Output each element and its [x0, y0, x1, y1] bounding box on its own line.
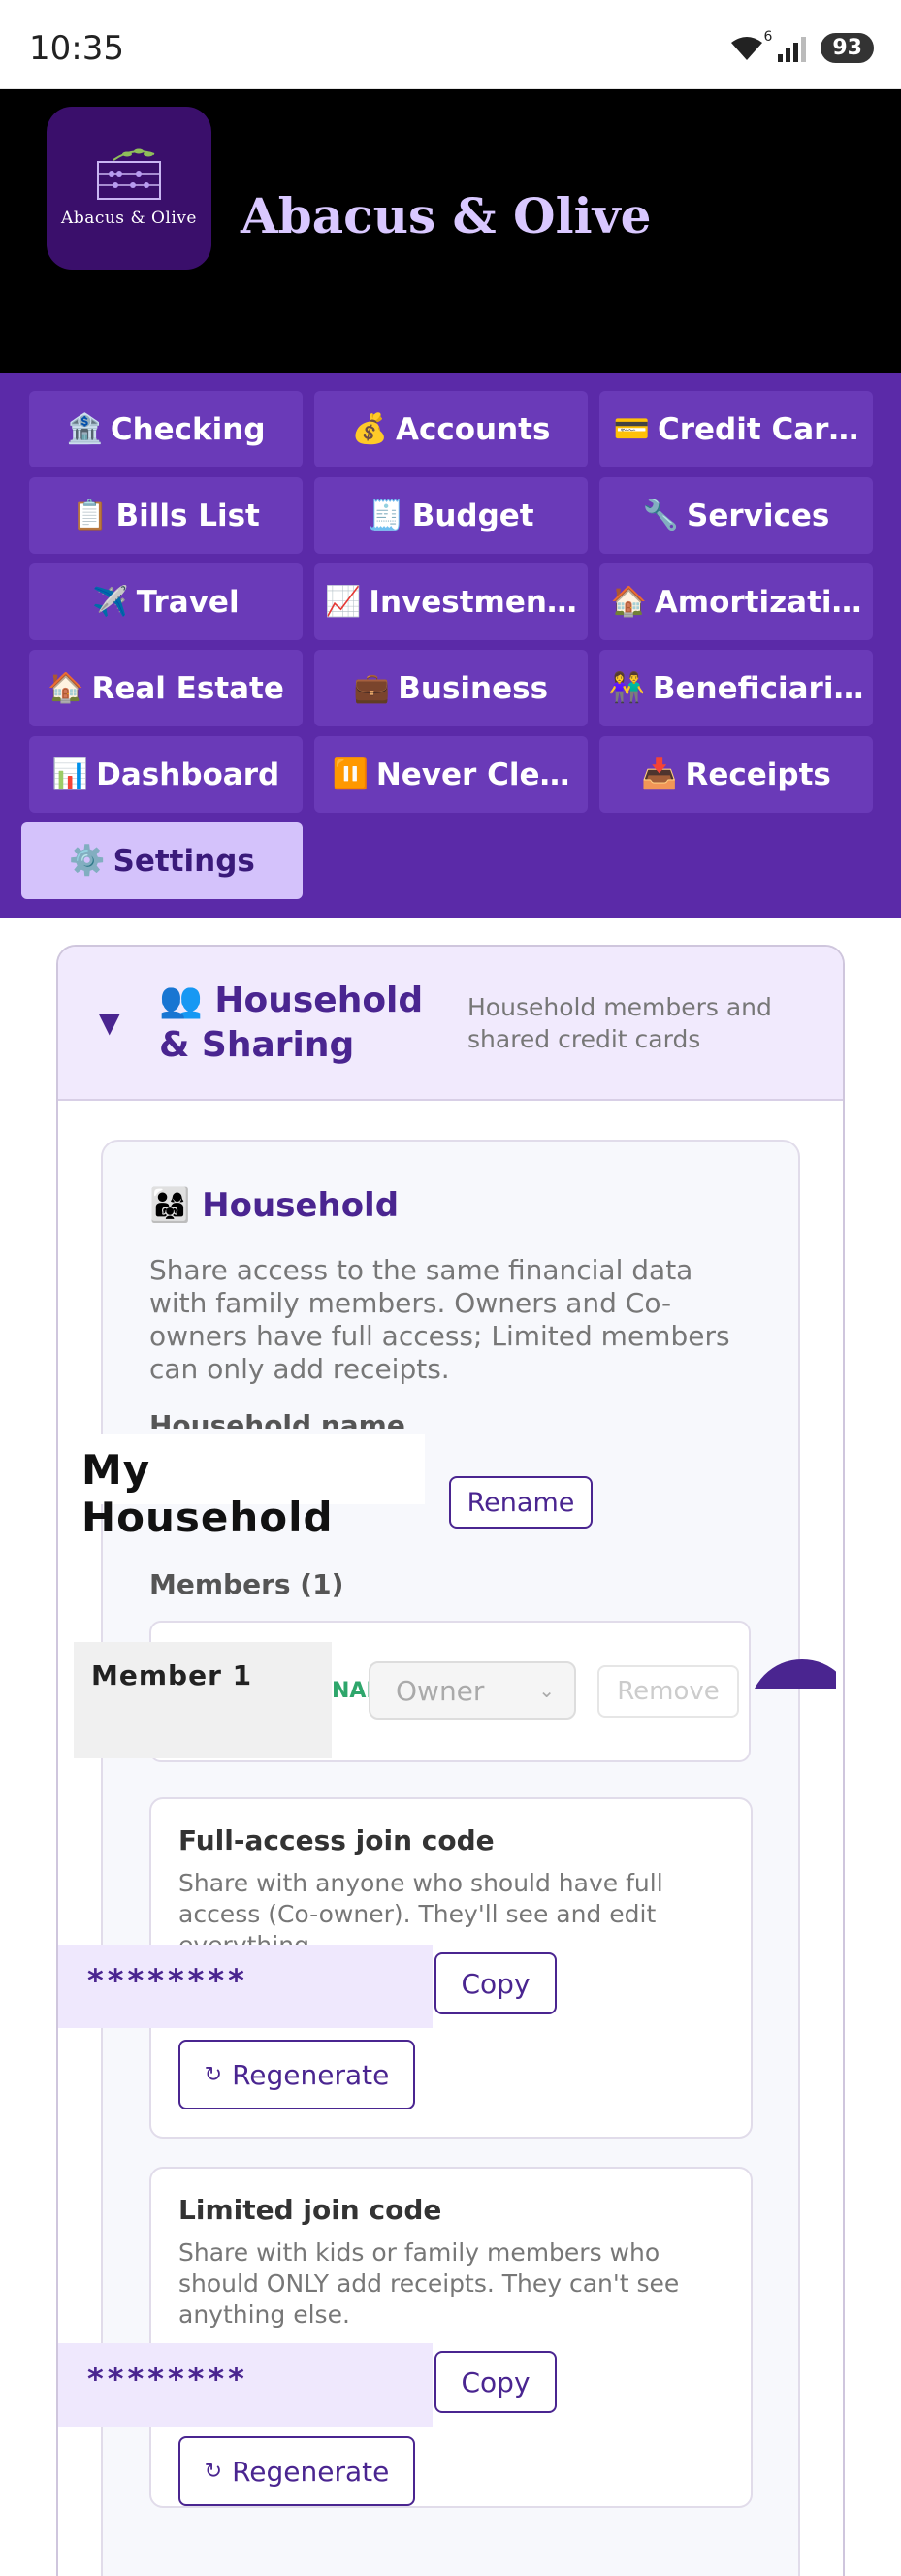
regenerate-full-code-button[interactable]: ↻ Regenerate: [178, 2040, 415, 2109]
limited-code-box: Limited join code Share with kids or fam…: [58, 2167, 753, 2508]
wifi-icon: 6: [729, 29, 772, 62]
copy-limited-code-button[interactable]: Copy: [434, 2351, 557, 2413]
nav-label: Investmen…: [369, 584, 577, 620]
collapse-caret-icon[interactable]: ▼: [99, 1007, 159, 1039]
floating-action-button[interactable]: [749, 1659, 836, 1689]
limited-code-title: Limited join code: [178, 2194, 442, 2226]
receipt-icon: 🧾: [368, 499, 404, 532]
nav-label: Real Estate: [91, 670, 284, 706]
household-name-label: Household name: [149, 1409, 405, 1429]
couple-icon: 👫: [608, 671, 645, 705]
briefcase-icon: 💼: [353, 671, 391, 705]
credit-card-icon: 💳: [613, 412, 650, 446]
nav-credit-cards[interactable]: 💳 Credit Car…: [599, 391, 873, 467]
status-icons: 6 93: [729, 29, 874, 63]
nav-dashboard[interactable]: 📊 Dashboard: [29, 736, 303, 813]
inbox-tray-icon: 📥: [641, 757, 678, 791]
wifi-badge: 6: [763, 28, 773, 45]
nav-bills-list[interactable]: 📋 Bills List: [29, 477, 303, 554]
nav-label: Beneficiari…: [652, 670, 864, 706]
full-code-value: ********: [58, 1945, 433, 2028]
bar-chart-icon: 📊: [51, 757, 89, 791]
nav-label: Never Cle…: [375, 757, 570, 792]
household-sharing-section: ▼ 👥 Household & Sharing Household member…: [56, 945, 845, 2576]
app-title: Abacus & Olive: [241, 187, 652, 244]
nav-label: Business: [398, 670, 549, 706]
limited-code-value: ********: [58, 2343, 433, 2427]
limited-code-description: Share with kids or family members who sh…: [178, 2238, 680, 2329]
nav-receipts[interactable]: 📥 Receipts: [599, 736, 873, 813]
nav-business[interactable]: 💼 Business: [314, 650, 588, 726]
nav-real-estate[interactable]: 🏠 Real Estate: [29, 650, 303, 726]
main-nav: 🏦 Checking 💰 Accounts 💳 Credit Car… 📋 Bills …: [0, 373, 901, 918]
full-code-title: Full-access join code: [178, 1824, 495, 1856]
nav-label: Credit Car…: [657, 411, 859, 447]
nav-label: Checking: [110, 411, 266, 447]
wrench-icon: 🔧: [642, 499, 680, 532]
clipboard-icon: 📋: [72, 499, 109, 532]
nav-amortization[interactable]: 🏠 Amortizati…: [599, 564, 873, 640]
refresh-icon: ↻: [204, 2062, 223, 2087]
nav-never-cleared[interactable]: ⏸️ Never Cle…: [314, 736, 588, 813]
members-label: Members (1): [149, 1568, 344, 1600]
status-time: 10:35: [29, 29, 124, 68]
nav-settings[interactable]: ⚙️ Settings: [21, 822, 303, 899]
nav-travel[interactable]: ✈️ Travel: [29, 564, 303, 640]
pause-icon: ⏸️: [332, 757, 369, 791]
app-logo: Abacus & Olive: [47, 107, 211, 270]
rename-button[interactable]: Rename: [449, 1476, 593, 1529]
nav-services[interactable]: 🔧 Services: [599, 477, 873, 554]
member-row: NAL Member 1 Owner ⌄ Remove: [74, 1621, 751, 1762]
nav-label: Travel: [136, 584, 240, 620]
nav-accounts[interactable]: 💰 Accounts: [314, 391, 588, 467]
nav-label: Dashboard: [96, 757, 280, 792]
role-select-value: Owner: [396, 1674, 485, 1707]
house-icon: 🏠: [48, 671, 84, 705]
nav-label: Bills List: [115, 498, 260, 533]
regenerate-label: Regenerate: [232, 2455, 390, 2488]
section-title: 👥 Household & Sharing: [159, 980, 424, 1065]
abacus-icon: [97, 148, 161, 200]
logo-text: Abacus & Olive: [61, 209, 197, 228]
regenerate-limited-code-button[interactable]: ↻ Regenerate: [178, 2436, 415, 2506]
member-name: Member 1: [74, 1642, 332, 1758]
refresh-icon: ↻: [204, 2459, 223, 2484]
nav-label: Receipts: [685, 757, 831, 792]
nav-label: Settings: [113, 843, 255, 879]
section-header[interactable]: ▼ 👥 Household & Sharing Household member…: [58, 947, 843, 1101]
money-bag-icon: 💰: [351, 412, 388, 446]
section-subtitle: Household members and shared credit card…: [467, 992, 772, 1053]
house-icon: 🏠: [610, 585, 647, 619]
nav-label: Budget: [411, 498, 534, 533]
app-header: Abacus & Olive Abacus & Olive: [0, 89, 901, 373]
battery-indicator: 93: [821, 33, 874, 63]
gear-icon: ⚙️: [69, 844, 106, 878]
household-title: 👨‍👩‍👧 Household: [149, 1186, 400, 1225]
regenerate-label: Regenerate: [232, 2058, 390, 2091]
nav-label: Amortizati…: [654, 584, 862, 620]
household-description: Share access to the same financial data …: [149, 1254, 730, 1385]
nav-beneficiaries[interactable]: 👫 Beneficiari…: [599, 650, 873, 726]
full-access-code-box: Full-access join code Share with anyone …: [58, 1797, 753, 2139]
nav-investments[interactable]: 📈 Investmen…: [314, 564, 588, 640]
nav-label: Services: [687, 498, 830, 533]
household-card: 👨‍👩‍👧 Household Share access to the same…: [58, 1140, 836, 2576]
household-name-value: My Household: [58, 1434, 425, 1541]
chevron-down-icon: ⌄: [538, 1679, 555, 1702]
nav-budget[interactable]: 🧾 Budget: [314, 477, 588, 554]
copy-full-code-button[interactable]: Copy: [434, 1952, 557, 2014]
nav-label: Accounts: [395, 411, 551, 447]
status-bar: 10:35 6 93: [0, 0, 901, 89]
nav-checking[interactable]: 🏦 Checking: [29, 391, 303, 467]
chart-up-icon: 📈: [325, 585, 362, 619]
role-select[interactable]: Owner ⌄: [369, 1661, 576, 1720]
signal-icon: [778, 35, 807, 62]
bank-icon: 🏦: [66, 412, 103, 446]
remove-member-button[interactable]: Remove: [597, 1665, 739, 1718]
main-content: ▼ 👥 Household & Sharing Household member…: [0, 918, 901, 2576]
airplane-icon: ✈️: [92, 585, 129, 619]
